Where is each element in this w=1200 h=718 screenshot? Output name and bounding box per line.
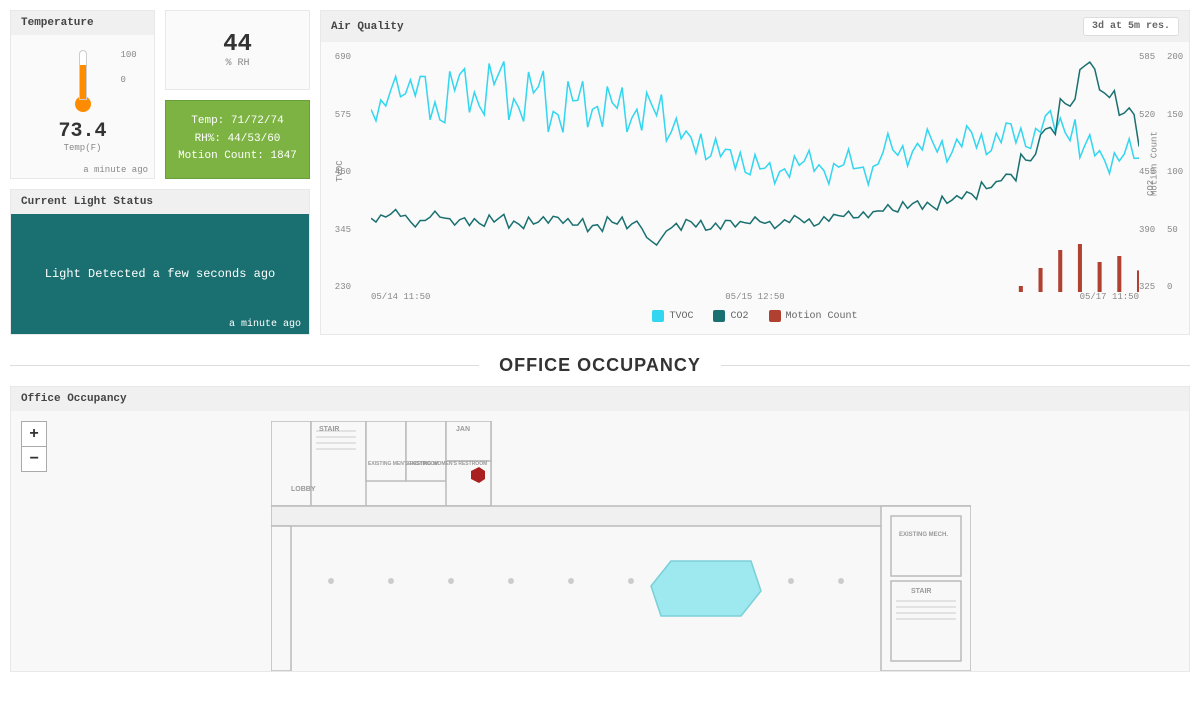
section-title: OFFICE OCCUPANCY (479, 355, 721, 376)
stats-motion: Motion Count: 1847 (178, 148, 297, 166)
svg-text:LOBBY: LOBBY (291, 486, 316, 493)
light-status-card: Current Light Status Light Detected a fe… (10, 189, 310, 335)
humidity-card: 44 % RH (165, 10, 310, 90)
air-quality-title: Air Quality (331, 21, 404, 33)
y-axis-label-motion: Motion Count (1150, 131, 1160, 196)
humidity-unit: % RH (176, 58, 299, 69)
occupancy-title: Office Occupancy (11, 387, 1189, 411)
floorplan-svg: STAIR LOBBY JAN EXISTING MEN'S RESTROOM … (271, 421, 971, 671)
light-message: Light Detected a few seconds ago (45, 267, 275, 281)
stats-card: Temp: 71/72/74 RH%: 44/53/60 Motion Coun… (165, 100, 310, 179)
svg-text:EXISTING MECH.: EXISTING MECH. (899, 532, 948, 538)
svg-text:STAIR: STAIR (319, 426, 339, 433)
temperature-updated: a minute ago (11, 163, 154, 177)
chart-svg (371, 52, 1139, 292)
svg-text:EXISTING WOMEN'S RESTROOM: EXISTING WOMEN'S RESTROOM (408, 461, 487, 467)
resolution-badge[interactable]: 3d at 5m res. (1083, 17, 1179, 36)
floorplan-area[interactable]: + − (11, 411, 1189, 671)
temperature-card: Temperature 100 0 73.4 Temp(F) (10, 10, 155, 179)
svg-text:JAN: JAN (456, 426, 470, 433)
temperature-value: 73.4 (21, 120, 144, 143)
occupancy-card: Office Occupancy + − (10, 386, 1190, 672)
temperature-unit: Temp(F) (21, 143, 144, 153)
humidity-value: 44 (176, 31, 299, 58)
light-status-title: Current Light Status (11, 190, 309, 214)
temperature-title: Temperature (11, 11, 154, 35)
zoom-in-button[interactable]: + (21, 421, 47, 447)
thermometer-icon: 100 0 (73, 50, 93, 110)
light-updated: a minute ago (229, 319, 301, 330)
air-quality-chart[interactable]: TVOC CO2 Motion Count 690 575 460 345 23… (321, 42, 1189, 312)
stats-temp: Temp: 71/72/74 (178, 113, 297, 131)
stats-rh: RH%: 44/53/60 (178, 131, 297, 149)
air-quality-card: Air Quality 3d at 5m res. TVOC CO2 Motio… (320, 10, 1190, 335)
svg-text:STAIR: STAIR (911, 588, 931, 595)
section-divider: OFFICE OCCUPANCY (10, 355, 1190, 376)
zoom-out-button[interactable]: − (21, 446, 47, 472)
